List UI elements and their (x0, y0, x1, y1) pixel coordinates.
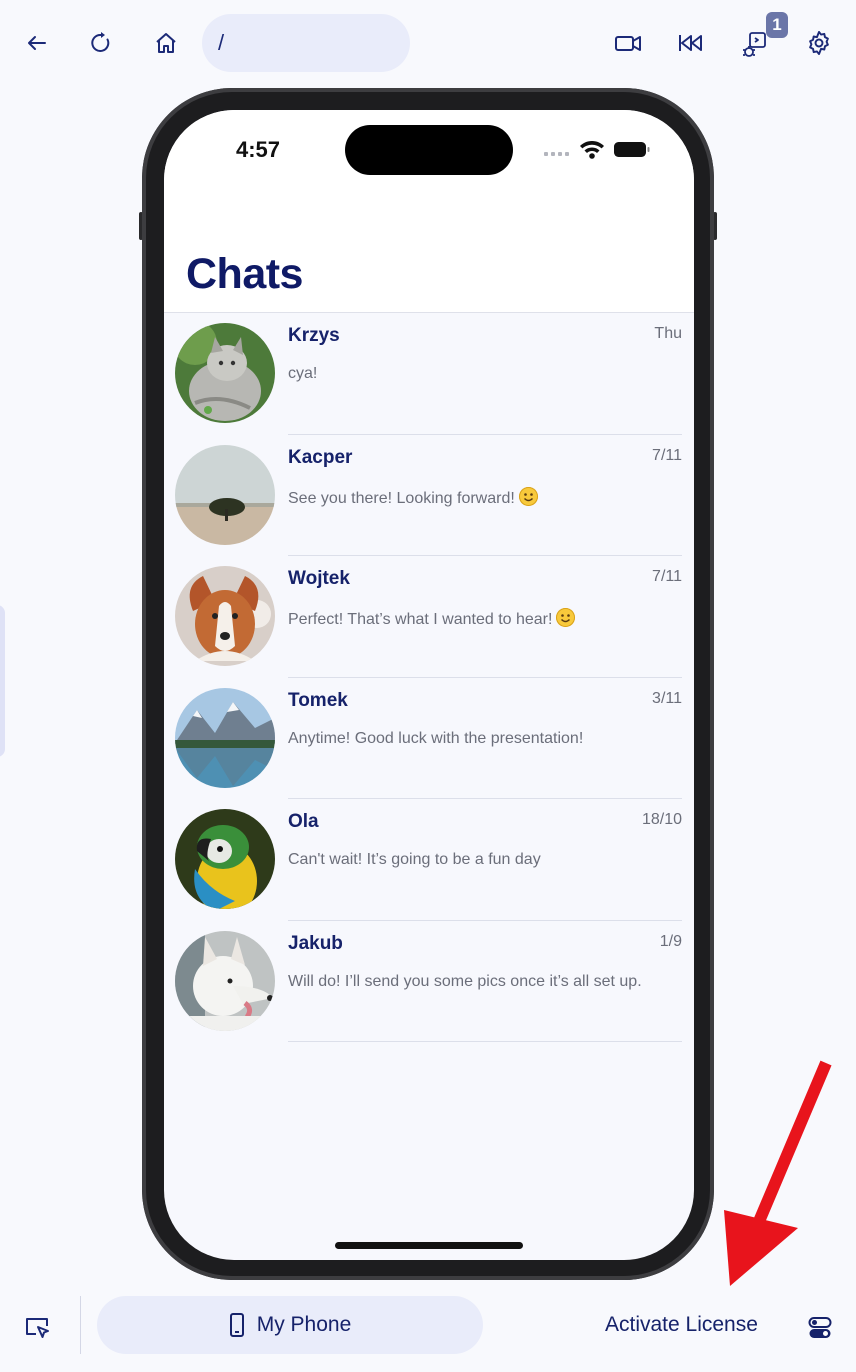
toggle-settings-icon[interactable] (802, 1308, 838, 1348)
status-icons (544, 141, 650, 159)
chat-row[interactable]: Wojtek 7/11 Perfect! That’s what I wanted … (164, 556, 694, 678)
signal-icon (544, 152, 569, 156)
chat-message-text: Will do! I’ll send you some pics once it… (288, 972, 642, 990)
rewind-icon[interactable] (670, 23, 710, 63)
home-indicator (335, 1242, 523, 1249)
chat-message-text: See you there! Looking forward! (288, 489, 515, 507)
chat-name: Jakub (288, 932, 343, 954)
chat-row[interactable]: Kacper 7/11 See you there! Looking forward… (164, 435, 694, 556)
avatar (175, 444, 275, 545)
debugger-badge: 1 (766, 12, 788, 38)
device-label: My Phone (256, 1313, 352, 1336)
chat-date: 18/10 (641, 811, 682, 828)
chat-row[interactable]: Jakub 1/9 Will do! I’ll send you some pics… (164, 921, 694, 1042)
chat-message-text: Can't wait! It’s going to be a fun day (288, 851, 541, 868)
annotation-arrow (724, 1060, 832, 1286)
inspect-element-icon[interactable] (18, 1308, 58, 1348)
chat-list: Krzys Thu cya! Kacper 7/11 See you there! Loo… (164, 313, 694, 1042)
chat-name: Ola (288, 811, 319, 832)
side-panel-handle[interactable] (0, 605, 5, 757)
divider (80, 1296, 81, 1354)
smile-emoji-icon (556, 608, 576, 627)
phone-screen: Chats 4:57 Krzys Thu cya! Kacper 7/11 See you… (164, 110, 694, 1260)
reload-icon[interactable] (81, 23, 121, 63)
chat-name: Kacper (288, 446, 353, 468)
battery-icon (614, 142, 650, 157)
chat-message-text: Anytime! Good luck with the presentation… (288, 729, 584, 747)
avatar (175, 687, 275, 788)
video-record-icon[interactable] (608, 23, 648, 63)
avatar (175, 809, 275, 909)
chat-message: Will do! I’ll send you some pics once it… (288, 973, 642, 991)
chat-message: cya! (288, 365, 317, 383)
chat-message-text: cya! (288, 365, 318, 382)
chat-row[interactable]: Ola 18/10 Can't wait! It’s going to be a f… (164, 799, 694, 921)
home-icon[interactable] (146, 23, 186, 63)
url-input[interactable]: / (202, 14, 410, 72)
url-text: / (218, 30, 225, 55)
chat-message: Perfect! That’s what I wanted to hear! (288, 608, 576, 629)
chat-date: Thu (654, 325, 682, 342)
wifi-icon (580, 141, 604, 159)
chat-date: 1/9 (659, 932, 682, 950)
page-title: Chats (186, 250, 303, 298)
phone-icon (229, 1313, 244, 1337)
chat-message-text: Perfect! That’s what I wanted to hear! (288, 611, 553, 628)
chat-date: 7/11 (652, 446, 682, 464)
avatar (175, 323, 275, 423)
bottom-bar: My Phone Activate License (0, 1288, 856, 1372)
status-time: 4:57 (236, 137, 281, 162)
avatar (175, 930, 275, 1031)
smile-emoji-icon (518, 486, 538, 506)
chat-separator (288, 1041, 682, 1042)
chat-message: Can't wait! It’s going to be a fun day (288, 851, 541, 869)
chat-row[interactable]: Krzys Thu cya! (164, 313, 694, 435)
chat-name: Tomek (288, 689, 348, 711)
chat-row[interactable]: Tomek 3/11 Anytime! Good luck with the pre… (164, 678, 694, 799)
chat-name: Krzys (288, 325, 340, 346)
dynamic-island (345, 125, 513, 175)
gear-icon[interactable] (799, 23, 839, 63)
chat-date: 3/11 (652, 689, 682, 707)
activate-license-link[interactable]: Activate License (605, 1313, 758, 1337)
avatar (175, 566, 275, 666)
device-selector[interactable]: My Phone (97, 1296, 483, 1354)
chat-message: Anytime! Good luck with the presentation… (288, 730, 583, 748)
back-arrow-icon[interactable] (17, 23, 57, 63)
chat-name: Wojtek (288, 568, 350, 589)
chat-message: See you there! Looking forward! (288, 486, 538, 508)
toolbar: / 1 (0, 0, 856, 88)
chat-date: 7/11 (652, 568, 682, 585)
